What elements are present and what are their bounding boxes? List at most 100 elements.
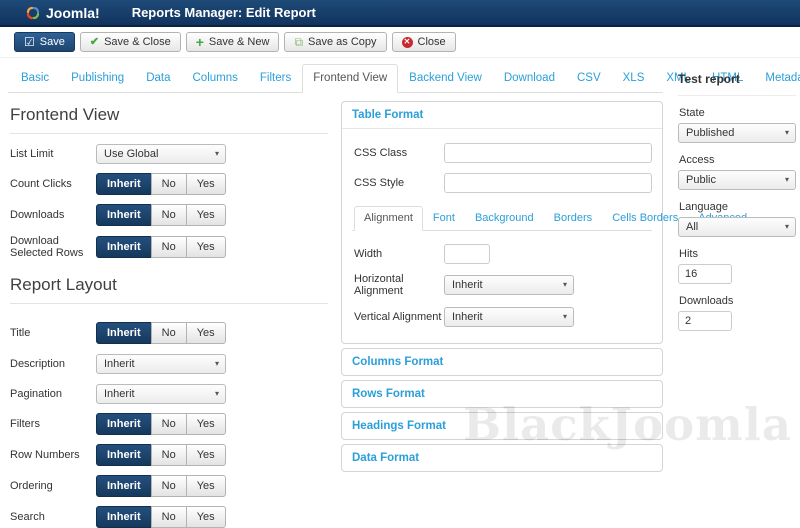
save-icon: ☑ — [24, 36, 35, 48]
search-label: Search — [8, 511, 96, 523]
downloads-yes-button[interactable]: Yes — [186, 204, 226, 226]
language-value: All — [686, 221, 698, 233]
subtab-background[interactable]: Background — [465, 206, 544, 231]
save-close-button[interactable]: ✔ Save & Close — [80, 32, 181, 52]
row-numbers-toggle: Inherit No Yes — [96, 444, 226, 466]
count-clicks-no-button[interactable]: No — [151, 173, 187, 195]
downloads-row: Downloads Inherit No Yes — [8, 204, 328, 226]
filters-inherit-button[interactable]: Inherit — [96, 413, 152, 435]
downloads-label: Downloads — [8, 209, 96, 221]
save-button[interactable]: ☑ Save — [14, 32, 75, 52]
horizontal-alignment-select[interactable]: Inherit ▾ — [444, 275, 574, 295]
data-format-header[interactable]: Data Format — [342, 445, 662, 471]
tab-frontend-view[interactable]: Frontend View — [302, 64, 398, 93]
filters-yes-button[interactable]: Yes — [186, 413, 226, 435]
title-inherit-button[interactable]: Inherit — [96, 322, 152, 344]
tab-download[interactable]: Download — [493, 64, 566, 93]
search-no-button[interactable]: No — [151, 506, 187, 528]
data-format-panel: Data Format — [341, 444, 663, 472]
tab-publishing[interactable]: Publishing — [60, 64, 135, 93]
headings-format-header[interactable]: Headings Format — [342, 413, 662, 439]
tab-filters[interactable]: Filters — [249, 64, 302, 93]
rows-format-header[interactable]: Rows Format — [342, 381, 662, 407]
subtab-alignment[interactable]: Alignment — [354, 206, 423, 231]
download-selected-rows-yes-button[interactable]: Yes — [186, 236, 226, 258]
table-format-header[interactable]: Table Format — [342, 102, 662, 129]
row-numbers-inherit-button[interactable]: Inherit — [96, 444, 152, 466]
description-select[interactable]: Inherit ▾ — [96, 354, 226, 374]
save-new-button[interactable]: + Save & New — [186, 32, 280, 52]
chevron-down-icon: ▾ — [215, 360, 219, 368]
css-class-label: CSS Class — [352, 147, 444, 159]
state-select[interactable]: Published ▾ — [678, 123, 796, 143]
chevron-down-icon: ▾ — [215, 150, 219, 158]
joomla-logo-icon — [25, 5, 41, 21]
ordering-inherit-button[interactable]: Inherit — [96, 475, 152, 497]
css-style-input[interactable] — [444, 173, 652, 193]
horizontal-alignment-row: Horizontal Alignment Inherit ▾ — [352, 273, 652, 297]
check-icon: ✔ — [90, 37, 99, 48]
chevron-down-icon: ▾ — [785, 223, 789, 231]
row-numbers-no-button[interactable]: No — [151, 444, 187, 466]
width-input[interactable] — [444, 244, 490, 264]
download-selected-rows-no-button[interactable]: No — [151, 236, 187, 258]
search-inherit-button[interactable]: Inherit — [96, 506, 152, 528]
downloads-no-button[interactable]: No — [151, 204, 187, 226]
joomla-logo: Joomla! — [25, 5, 100, 21]
ordering-no-button[interactable]: No — [151, 475, 187, 497]
hits-input[interactable] — [678, 264, 732, 284]
main-area: Basic Publishing Data Columns Filters Fr… — [8, 64, 663, 528]
downloads-inherit-button[interactable]: Inherit — [96, 204, 152, 226]
count-clicks-yes-button[interactable]: Yes — [186, 173, 226, 195]
access-select[interactable]: Public ▾ — [678, 170, 796, 190]
filters-label: Filters — [8, 418, 96, 430]
vertical-alignment-select[interactable]: Inherit ▾ — [444, 307, 574, 327]
tab-data[interactable]: Data — [135, 64, 181, 93]
tab-backend-view[interactable]: Backend View — [398, 64, 493, 93]
subtab-borders[interactable]: Borders — [544, 206, 603, 231]
count-clicks-inherit-button[interactable]: Inherit — [96, 173, 152, 195]
frontend-view-heading: Frontend View — [10, 105, 328, 134]
ordering-yes-button[interactable]: Yes — [186, 475, 226, 497]
access-value: Public — [686, 174, 716, 186]
close-label: Close — [418, 36, 446, 48]
row-numbers-row: Row Numbers Inherit No Yes — [8, 444, 328, 466]
format-subtabs: Alignment Font Background Borders Cells … — [352, 206, 652, 231]
close-button[interactable]: ✕ Close — [392, 32, 456, 52]
tab-xls[interactable]: XLS — [612, 64, 656, 93]
joomla-logo-text: Joomla! — [46, 5, 100, 21]
css-style-label: CSS Style — [352, 177, 444, 189]
ordering-toggle: Inherit No Yes — [96, 475, 226, 497]
tab-csv[interactable]: CSV — [566, 64, 612, 93]
list-limit-select[interactable]: Use Global ▾ — [96, 144, 226, 164]
pagination-label: Pagination — [8, 388, 96, 400]
download-selected-rows-inherit-button[interactable]: Inherit — [96, 236, 152, 258]
pagination-value: Inherit — [104, 388, 135, 400]
downloads-input[interactable] — [678, 311, 732, 331]
columns-format-header[interactable]: Columns Format — [342, 349, 662, 375]
rows-format-panel: Rows Format — [341, 380, 663, 408]
access-label: Access — [679, 154, 796, 166]
save-copy-label: Save as Copy — [308, 36, 376, 48]
page-title: Reports Manager: Edit Report — [132, 5, 316, 20]
chevron-down-icon: ▾ — [785, 129, 789, 137]
tab-basic[interactable]: Basic — [10, 64, 60, 93]
pagination-select[interactable]: Inherit ▾ — [96, 384, 226, 404]
title-row: Title Inherit No Yes — [8, 322, 328, 344]
row-numbers-yes-button[interactable]: Yes — [186, 444, 226, 466]
css-class-input[interactable] — [444, 143, 652, 163]
subtab-font[interactable]: Font — [423, 206, 465, 231]
title-yes-button[interactable]: Yes — [186, 322, 226, 344]
search-yes-button[interactable]: Yes — [186, 506, 226, 528]
description-row: Description Inherit ▾ — [8, 353, 328, 374]
close-icon: ✕ — [402, 37, 413, 48]
language-select[interactable]: All ▾ — [678, 217, 796, 237]
save-new-label: Save & New — [209, 36, 270, 48]
search-row: Search Inherit No Yes — [8, 506, 328, 528]
tab-columns[interactable]: Columns — [182, 64, 249, 93]
filters-toggle: Inherit No Yes — [96, 413, 226, 435]
save-close-label: Save & Close — [104, 36, 171, 48]
title-no-button[interactable]: No — [151, 322, 187, 344]
save-copy-button[interactable]: ⧉ Save as Copy — [284, 32, 386, 52]
filters-no-button[interactable]: No — [151, 413, 187, 435]
